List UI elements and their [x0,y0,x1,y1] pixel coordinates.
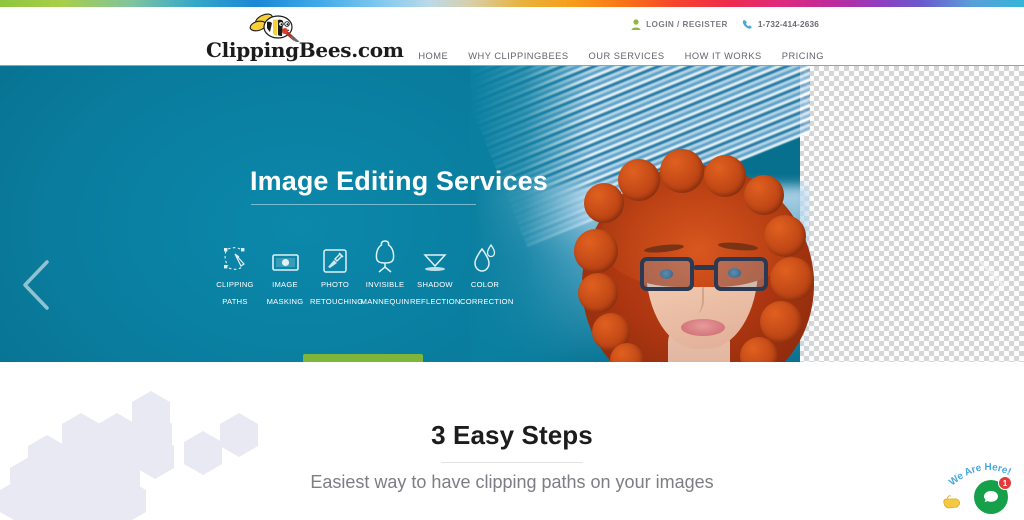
service-label-line2: PATHS [222,297,248,306]
honeycomb-decoration [0,390,310,520]
service-label-line1: IMAGE [272,280,298,289]
get-started-button[interactable]: GET STARTED NOW [303,354,423,362]
pointing-hand-icon [943,495,961,509]
site-logo[interactable]: ClippingBees.com [206,12,404,62]
slider-prev-button[interactable] [16,257,60,313]
nav-item-pricing[interactable]: PRICING [782,51,824,61]
service-label-line1: CLIPPING [216,280,254,289]
service-shadow-reflection[interactable]: SHADOW REFLECTION [410,241,460,307]
nav-item-why-clippingbees[interactable]: WHY CLIPPINGBEES [468,51,568,61]
service-label-line1: INVISIBLE [365,280,405,289]
clipping-path-icon [210,241,260,273]
service-photo-retouching[interactable]: PHOTO RETOUCHING [310,241,364,307]
three-easy-steps-section: 3 Easy Steps Easiest way to have clippin… [0,362,1024,520]
logo-text: ClippingBees.com [206,38,404,62]
service-icon-row: CLIPPING PATHS IMAGE MASKING PHOTO RETOU… [210,240,514,307]
login-register-label: LOGIN / REGISTER [646,20,728,29]
rainbow-top-bar [0,0,1024,7]
slider-next-button[interactable] [968,257,1012,313]
phone-label: 1-732-414-2636 [757,20,819,29]
steps-heading: 3 Easy Steps [431,420,593,450]
camera-icon [260,241,310,273]
service-label-line2: CORRECTION [460,297,514,306]
retouch-brush-icon [310,241,360,273]
glasses-icon [640,257,768,291]
login-register-link[interactable]: LOGIN / REGISTER [631,19,728,30]
mannequin-icon [360,240,410,273]
water-drop-icon [460,241,510,273]
service-label-line2: REFLECTION [410,297,461,306]
service-label-line2: MANNEQUIN [360,297,410,306]
service-label-line2: RETOUCHING [310,297,364,306]
service-clipping-paths[interactable]: CLIPPING PATHS [210,241,260,307]
user-icon [631,19,641,30]
steps-subheading: Easiest way to have clipping paths on yo… [310,472,714,492]
nav-item-our-services[interactable]: OUR SERVICES [589,51,665,61]
service-color-correction[interactable]: COLOR CORRECTION [460,241,514,307]
nav-item-how-it-works[interactable]: HOW IT WORKS [685,51,762,61]
hero-title-divider [251,204,476,205]
service-label-line2: MASKING [266,297,304,306]
phone-icon [742,20,752,29]
hero-slider: Image Editing Services CLIPPING PATHS IM… [0,65,1024,362]
shadow-reflection-icon [410,241,460,273]
site-header: ClippingBees.com LOGIN / REGISTER 1-732-… [0,7,1024,65]
chat-widget[interactable]: We Are Here! 1 [942,462,1020,518]
service-label-line1: COLOR [470,280,500,289]
main-nav: HOME WHY CLIPPINGBEES OUR SERVICES HOW I… [418,51,824,61]
service-label-line1: SHADOW [417,280,453,289]
steps-heading-divider [441,462,583,463]
page-root: ClippingBees.com LOGIN / REGISTER 1-732-… [0,0,1024,520]
service-image-masking[interactable]: IMAGE MASKING [260,241,310,307]
hero-model-photo [548,137,848,362]
header-meta: LOGIN / REGISTER 1-732-414-2636 [631,19,819,30]
nav-item-home[interactable]: HOME [418,51,448,61]
hero-title: Image Editing Services [250,166,548,196]
chat-unread-badge: 1 [998,476,1012,490]
service-invisible-mannequin[interactable]: INVISIBLE MANNEQUIN [360,240,410,307]
phone-link[interactable]: 1-732-414-2636 [742,19,819,30]
service-label-line1: PHOTO [320,280,350,289]
